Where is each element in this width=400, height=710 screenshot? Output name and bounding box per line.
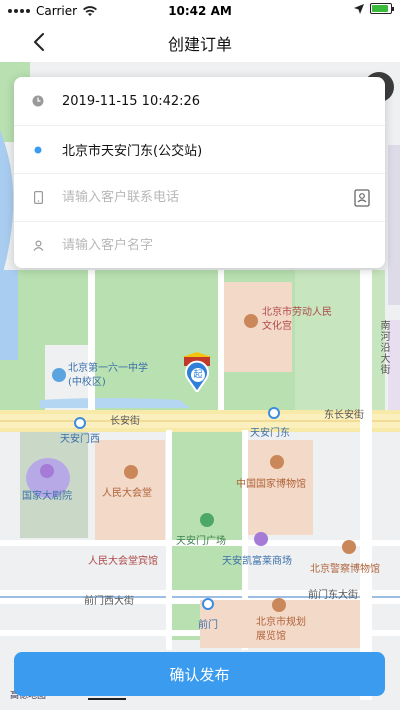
poi-icon xyxy=(200,513,214,527)
map-label-qianmen: 前门 xyxy=(198,620,218,631)
status-right xyxy=(354,3,394,14)
poi-icon xyxy=(254,532,268,546)
map-label-qianmen-east: 前门东大街 xyxy=(308,590,358,601)
poi-icon xyxy=(124,465,138,479)
customer-name-input[interactable] xyxy=(62,238,342,253)
contacts-button[interactable] xyxy=(353,188,371,207)
user-icon xyxy=(32,240,44,252)
metro-icon xyxy=(268,407,280,419)
clock-icon xyxy=(32,95,44,107)
map-label-square: 天安门广场 xyxy=(176,536,226,547)
poi-icon xyxy=(40,464,54,478)
location-value: 北京市天安门东(公交站) xyxy=(62,144,203,159)
datetime-row[interactable]: 2019-11-15 10:42:26 xyxy=(14,77,385,125)
map-label-planning-hall: 北京市规划展览馆 xyxy=(256,617,306,642)
datetime-value: 2019-11-15 10:42:26 xyxy=(62,93,201,109)
page-title: 创建订单 xyxy=(167,35,232,54)
map-label-chang-an: 长安街 xyxy=(110,416,140,427)
map-label-nanheyan: 南河沿大街 xyxy=(378,320,389,375)
metro-icon xyxy=(202,598,214,610)
map-label-museum: 中国国家博物馆 xyxy=(236,479,306,490)
map-label-hotel: 人民大会堂宾馆 xyxy=(88,556,158,567)
battery-level xyxy=(372,5,389,12)
confirm-publish-button[interactable]: 确认发布 xyxy=(14,652,385,696)
map-label-kempinski: 天安凯富莱商场 xyxy=(222,556,292,567)
nav-bar: 创建订单 xyxy=(0,22,400,62)
status-bar: Carrier 10:42 AM xyxy=(0,0,400,22)
map-label-qianmen-west: 前门西大街 xyxy=(84,596,134,607)
map-label-tam-east: 天安门东 xyxy=(250,428,290,439)
contacts-icon xyxy=(354,188,370,207)
order-form-card: 2019-11-15 10:42:26 北京市天安门东(公交站) xyxy=(14,77,385,268)
poi-icon xyxy=(244,314,258,328)
phone-input[interactable] xyxy=(62,190,342,205)
poi-icon xyxy=(270,455,284,469)
pin-label: 起 xyxy=(191,368,205,382)
battery-icon xyxy=(370,3,394,14)
name-row xyxy=(14,221,385,269)
map-label-tam-west: 天安门西 xyxy=(60,434,100,445)
metro-icon xyxy=(74,417,86,429)
map-label-dong-chang-an: 东长安街 xyxy=(324,410,364,421)
map-label-theatre: 国家大剧院 xyxy=(22,491,72,502)
phone-icon xyxy=(32,191,44,204)
map-label-great-hall: 人民大会堂 xyxy=(102,488,152,499)
poi-icon xyxy=(342,540,356,554)
start-pin[interactable]: 起 xyxy=(182,352,212,392)
poi-icon xyxy=(52,368,66,382)
location-row[interactable]: 北京市天安门东(公交站) xyxy=(14,125,385,173)
map-label-school: 北京第一六一中学(中校区) xyxy=(68,363,148,388)
location-dot-icon xyxy=(32,144,44,156)
location-arrow-icon xyxy=(354,3,364,14)
map-label-labor-palace: 北京市劳动人民文化宫 xyxy=(262,307,332,332)
poi-icon xyxy=(272,598,286,612)
phone-row xyxy=(14,173,385,221)
map-label-police-museum: 北京警察博物馆 xyxy=(310,564,380,575)
status-time: 10:42 AM xyxy=(168,4,232,18)
